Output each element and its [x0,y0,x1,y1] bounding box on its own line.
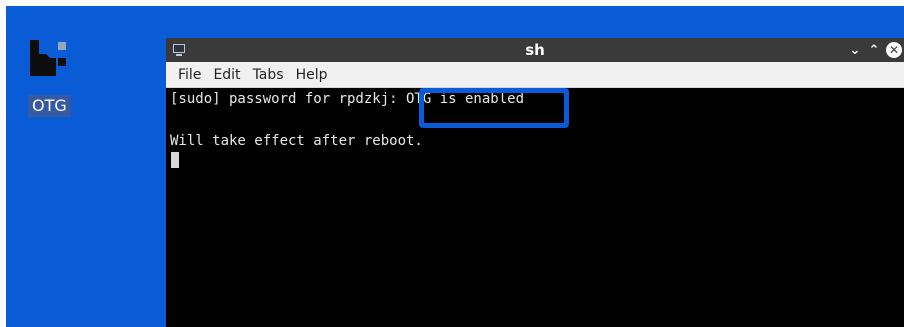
menu-help[interactable]: Help [290,62,334,88]
window-titlebar[interactable]: sh ⌄ ⌃ ✕ [166,38,904,62]
desktop-icon-otg[interactable]: OTG [20,40,76,120]
highlight-box [419,88,569,128]
menu-file[interactable]: File [172,62,207,88]
terminal-line: Will take effect after reboot. [170,133,423,149]
menu-tabs[interactable]: Tabs [247,62,290,88]
menu-edit[interactable]: Edit [207,62,246,88]
chevron-down-icon[interactable]: ⌄ [848,41,862,59]
close-icon[interactable]: ✕ [886,42,902,58]
chevron-up-icon[interactable]: ⌃ [867,41,881,59]
otg-app-icon [30,40,66,76]
terminal-cursor [171,152,179,168]
window-controls: ⌄ ⌃ ✕ [848,40,902,60]
terminal-window: sh ⌄ ⌃ ✕ File Edit Tabs Help [sudo] pass… [166,38,904,327]
desktop-icon-label: OTG [28,95,71,117]
window-title: sh [525,41,545,59]
menu-bar: File Edit Tabs Help [166,62,904,88]
desktop: OTG sh ⌄ ⌃ ✕ File Edit Tabs Help [sudo] … [0,0,904,327]
